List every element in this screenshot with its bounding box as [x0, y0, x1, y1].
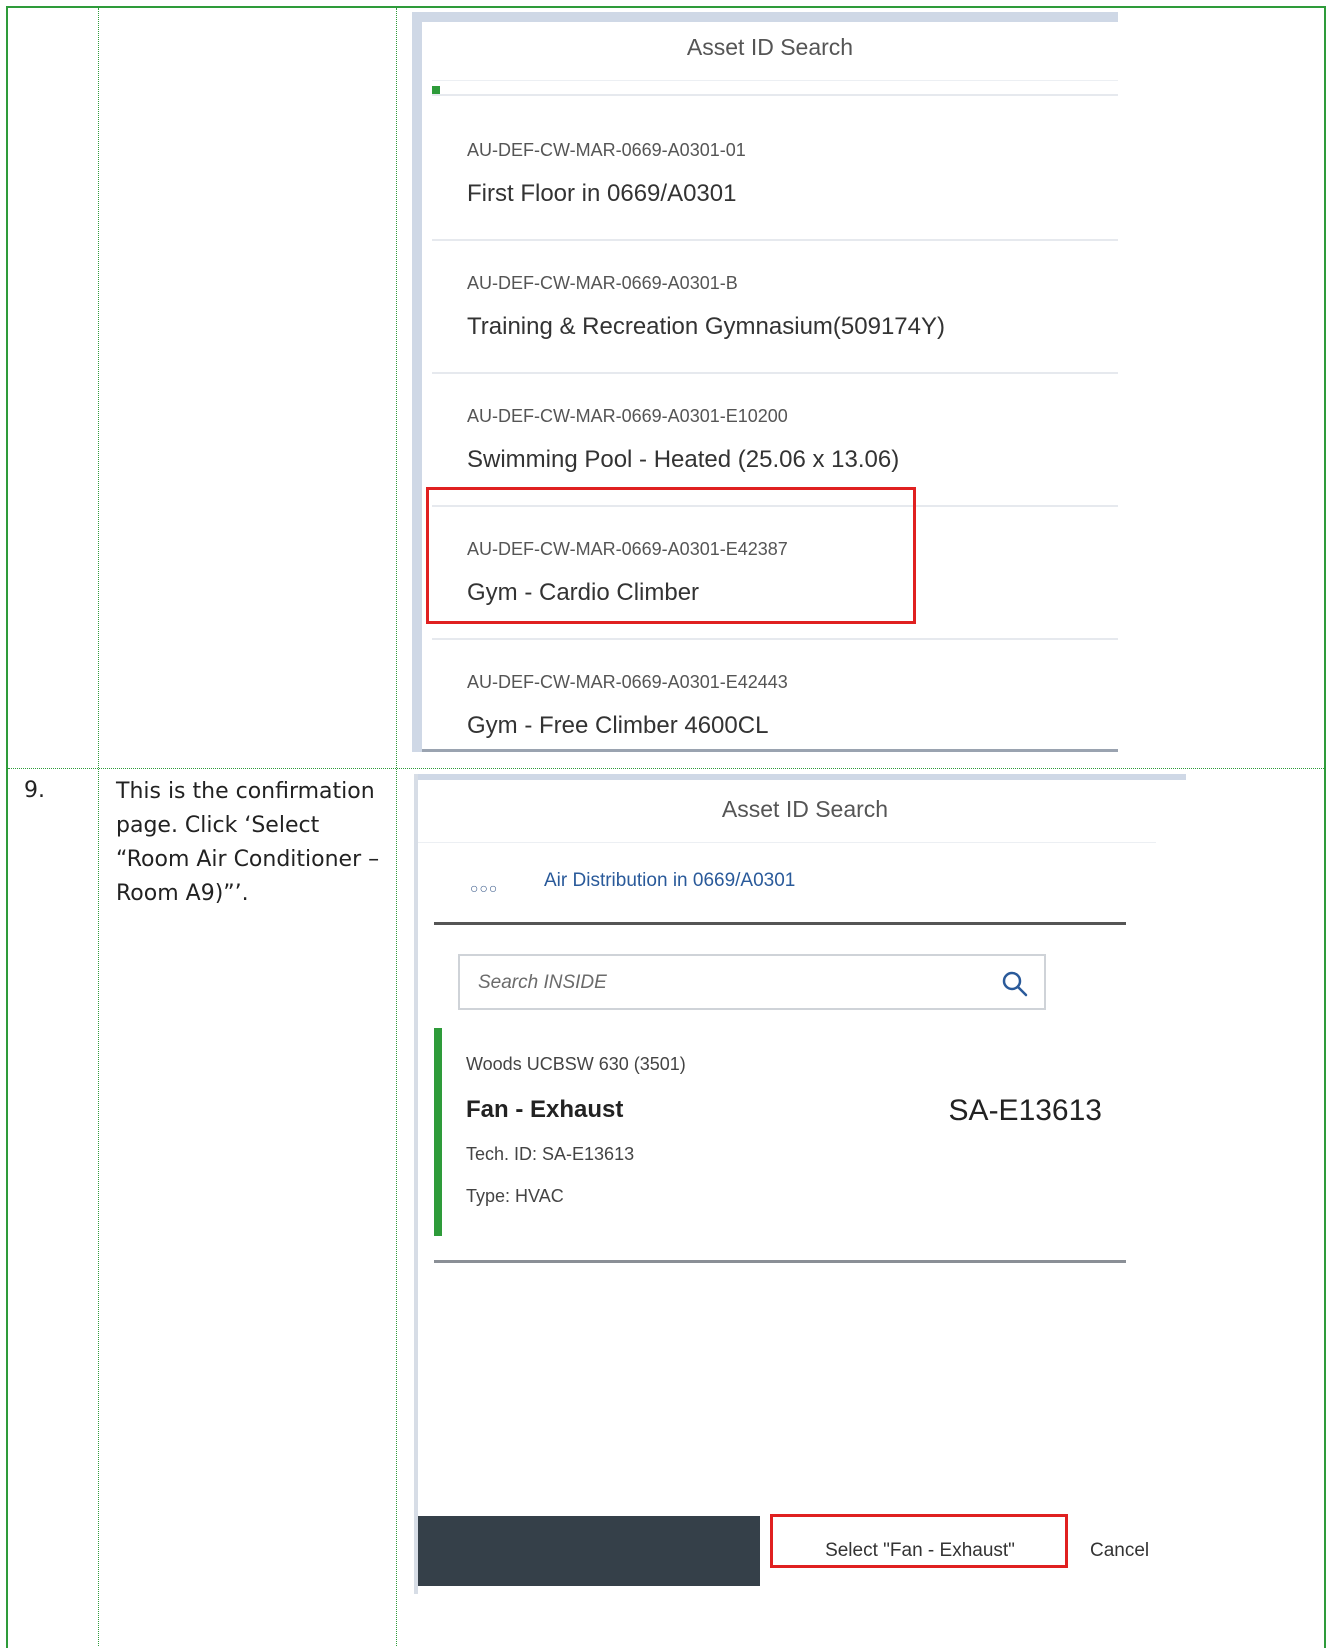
- header-bar: [412, 12, 1118, 22]
- asset-name: Gym - Free Climber 4600CL: [467, 712, 769, 739]
- asset-id: AU-DEF-CW-MAR-0669-A0301-01: [467, 140, 746, 160]
- search-input[interactable]: [476, 968, 960, 998]
- breadcrumb-link[interactable]: Air Distribution in 0669/A0301: [544, 870, 795, 892]
- highlight-box: [426, 487, 916, 624]
- highlight-box: [770, 1514, 1068, 1568]
- item-type: Type: HVAC: [466, 1186, 564, 1206]
- divider: [434, 922, 1126, 925]
- item-name: Fan - Exhaust: [466, 1096, 624, 1123]
- list-item[interactable]: AU-DEF-CW-MAR-0669-A0301-B Training & Re…: [432, 241, 1118, 374]
- asset-id: AU-DEF-CW-MAR-0669-A0301-E42443: [467, 672, 788, 692]
- asset-search-screenshot-list: Asset ID Search AU-DEF-CW-MAR-0669-A0301…: [412, 12, 1118, 752]
- side-bar: [412, 12, 422, 752]
- divider: [422, 749, 1118, 752]
- asset-search-screenshot-confirm: Asset ID Search ○○○ Air Distribution in …: [414, 774, 1186, 1594]
- divider: [432, 94, 1118, 96]
- divider: [432, 80, 1118, 81]
- search-field[interactable]: [458, 954, 1046, 1010]
- asset-name: First Floor in 0669/A0301: [467, 180, 737, 207]
- divider: [418, 842, 1156, 843]
- search-icon[interactable]: [1000, 969, 1030, 999]
- item-subtitle: Woods UCBSW 630 (3501): [466, 1054, 686, 1074]
- selected-accent: [434, 1028, 442, 1236]
- list-item[interactable]: AU-DEF-CW-MAR-0669-A0301-01 First Floor …: [432, 108, 1118, 241]
- step-description: This is the confirmation page. Click ‘Se…: [116, 779, 380, 906]
- column-divider-2: [396, 8, 397, 1646]
- row-divider: [8, 768, 1326, 769]
- item-code: SA-E13613: [948, 1094, 1102, 1127]
- item-tech-id: Tech. ID: SA-E13613: [466, 1144, 635, 1164]
- more-dots-icon[interactable]: ○○○: [470, 880, 498, 896]
- column-divider-1: [98, 8, 99, 1646]
- asset-name: Training & Recreation Gymnasium(509174Y): [467, 313, 945, 340]
- asset-id: AU-DEF-CW-MAR-0669-A0301-B: [467, 273, 738, 293]
- asset-name: Swimming Pool - Heated (25.06 x 13.06): [467, 446, 900, 473]
- dialog-title: Asset ID Search: [686, 34, 854, 60]
- dialog-title: Asset ID Search: [721, 796, 889, 822]
- step-number: 9.: [24, 778, 45, 803]
- cancel-button-label: Cancel: [1090, 1540, 1150, 1561]
- result-item[interactable]: Woods UCBSW 630 (3501) Fan - Exhaust SA-…: [434, 1028, 1126, 1248]
- list-item[interactable]: AU-DEF-CW-MAR-0669-A0301-E42443 Gym - Fr…: [432, 640, 1118, 752]
- cancel-button[interactable]: Cancel: [1080, 1516, 1186, 1586]
- asset-id: AU-DEF-CW-MAR-0669-A0301-E10200: [467, 406, 788, 426]
- header-bar: [414, 774, 1186, 780]
- side-bar: [414, 774, 418, 1594]
- divider: [434, 1260, 1126, 1263]
